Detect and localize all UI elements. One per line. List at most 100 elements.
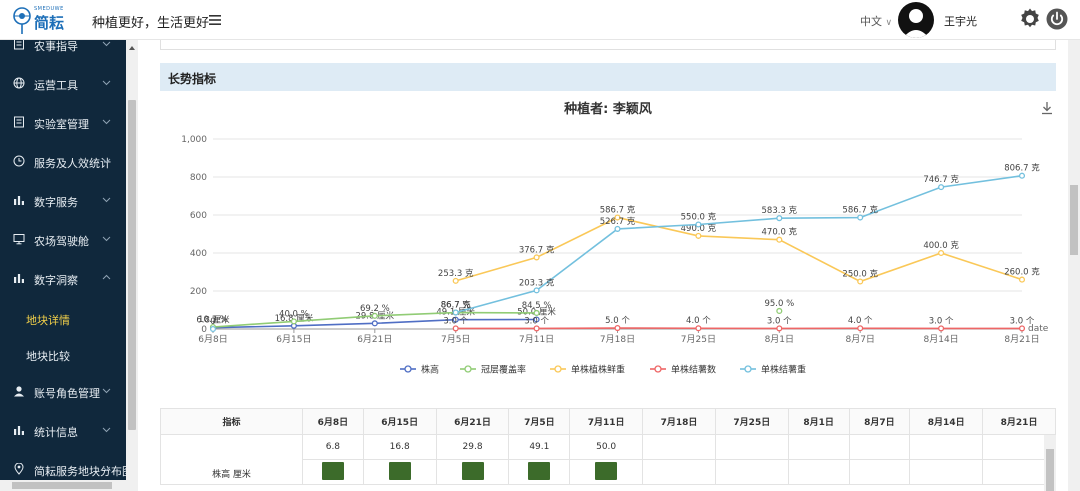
data-label: 526.7 克: [600, 217, 636, 227]
data-point: [857, 278, 864, 285]
table-scrollbar[interactable]: [1044, 435, 1056, 491]
language-label: 中文: [860, 15, 882, 28]
data-point: [776, 236, 783, 243]
plant-photo-thumbnail[interactable]: [528, 461, 551, 480]
table-cell: [302, 459, 364, 485]
data-point: [452, 325, 459, 332]
clock-icon: [13, 155, 25, 167]
data-point: [938, 184, 945, 191]
menu-toggle-icon[interactable]: [208, 13, 222, 27]
sidebar-subitem-plot-compare[interactable]: 地块比较: [0, 338, 126, 370]
column-header-date: 6月15日: [362, 408, 437, 435]
data-label: 586.7 克: [600, 206, 636, 216]
chevron-down-icon: ∨: [885, 18, 893, 28]
document-icon: [14, 40, 24, 50]
monitor-icon: [13, 234, 25, 245]
data-label: 746.7 克: [923, 175, 959, 185]
sidebar: 农事指导 运营工具 实验室管理 服务及人效统计 数字服务 农场驾驶舱 数字洞察 …: [0, 40, 138, 491]
sidebar-item-label: 统计信息: [34, 426, 78, 439]
sidebar-subitem-label: 地块比较: [26, 350, 70, 363]
scrollbar-thumb[interactable]: [1046, 449, 1054, 491]
table-cell: 16.8: [362, 434, 437, 460]
data-label: 550.0 克: [681, 213, 717, 223]
data-label: 84.5 %: [522, 301, 552, 311]
scrollbar-thumb[interactable]: [12, 482, 112, 489]
gear-icon[interactable]: [1018, 7, 1042, 31]
plant-photo-thumbnail[interactable]: [461, 461, 484, 480]
chevron-down-icon: [102, 197, 111, 203]
sidebar-item-label: 简耘服务地块分布图: [34, 465, 133, 478]
data-point: [533, 309, 540, 316]
data-point: [209, 325, 217, 333]
sidebar-item-digital-insight[interactable]: 数字洞察: [0, 260, 126, 298]
chevron-down-icon: [102, 41, 111, 47]
plant-photo-thumbnail[interactable]: [595, 461, 618, 480]
data-label: 3.0 个: [1010, 316, 1035, 326]
sidebar-item-farm-guidance[interactable]: 农事指导: [0, 40, 126, 64]
data-point: [533, 254, 540, 261]
sidebar-item-statistics[interactable]: 统计信息: [0, 412, 126, 450]
data-label: 86.7 克: [441, 301, 472, 311]
sidebar-item-ops-tools[interactable]: 运营工具: [0, 65, 126, 103]
power-icon[interactable]: [1046, 8, 1068, 30]
sidebar-horizontal-scrollbar[interactable]: [0, 480, 138, 491]
sidebar-scrollbar[interactable]: [126, 40, 138, 491]
username: 王宇光: [944, 15, 977, 28]
table-cell: [714, 434, 789, 460]
scrollbar-thumb[interactable]: [1070, 185, 1078, 255]
sidebar-item-digital-services[interactable]: 数字服务: [0, 182, 126, 220]
main-scrollbar[interactable]: [1068, 40, 1080, 491]
legend-entry: 冠层覆盖率: [481, 364, 526, 376]
data-label: 376.7 克: [519, 245, 555, 255]
data-point: [938, 249, 945, 257]
x-tick-label: 7月18日: [600, 334, 635, 345]
data-point: [938, 325, 945, 332]
section-header: 长势指标: [160, 63, 1056, 91]
table-cell: [787, 434, 850, 460]
plant-photo-thumbnail[interactable]: [321, 461, 344, 480]
column-header-date: 8月14日: [909, 408, 984, 435]
sidebar-item-label: 运营工具: [34, 79, 78, 92]
column-header-date: 7月18日: [642, 408, 716, 435]
table-cell: [508, 459, 571, 485]
x-tick-label: 8月21日: [1004, 334, 1039, 345]
chevron-down-icon: [102, 80, 111, 86]
data-point: [614, 225, 621, 232]
sidebar-item-farm-cockpit[interactable]: 农场驾驶舱: [0, 221, 126, 259]
chevron-down-icon: [102, 119, 111, 125]
table-cell: [909, 459, 984, 485]
data-label: 3.0 个: [524, 316, 549, 326]
column-header-date: 7月25日: [714, 408, 789, 435]
sidebar-subitem-plot-details[interactable]: 地块详情: [0, 302, 126, 334]
top-bar: SMEDUWE 简耘 种植更好，生活更好 中文 ∨ 王宇光: [0, 0, 1080, 40]
avatar[interactable]: [898, 2, 934, 38]
x-tick-label: 7月25日: [681, 334, 716, 345]
plant-photo-thumbnail[interactable]: [388, 461, 411, 480]
data-point: [1018, 172, 1026, 179]
data-point: [290, 318, 297, 325]
y-tick-label: 0: [201, 325, 207, 335]
sidebar-item-service-stats[interactable]: 服务及人效统计: [0, 143, 126, 181]
sidebar-item-account-roles[interactable]: 账号角色管理: [0, 373, 126, 411]
scroll-up-arrow-icon[interactable]: [129, 46, 135, 50]
data-point: [533, 287, 540, 294]
data-point: [533, 325, 540, 332]
language-select[interactable]: 中文 ∨: [860, 13, 892, 29]
scrollbar-thumb[interactable]: [128, 100, 136, 430]
sidebar-item-lab-management[interactable]: 实验室管理: [0, 104, 126, 142]
y-tick-label: 400: [190, 249, 207, 259]
column-header-date: 6月8日: [302, 408, 364, 435]
sidebar-subitem-label: 地块详情: [26, 314, 70, 327]
data-point: [776, 215, 783, 222]
sidebar-item-label: 农场驾驶舱: [34, 235, 89, 248]
table-cell: [787, 459, 850, 485]
y-tick-label: 600: [190, 211, 207, 221]
table-cell: [848, 434, 911, 460]
data-label: 260.0 克: [1004, 268, 1040, 278]
sidebar-item-label: 农事指导: [34, 40, 78, 53]
data-point: [371, 312, 378, 319]
data-point: [452, 309, 459, 316]
growth-chart: 种植者: 李颖风 0 200 400 600 800 1,000 6月8日 6月15日 6月21…: [160, 91, 1056, 391]
location-icon: [14, 463, 24, 475]
legend-entry: 单株植株鲜重: [571, 364, 625, 376]
